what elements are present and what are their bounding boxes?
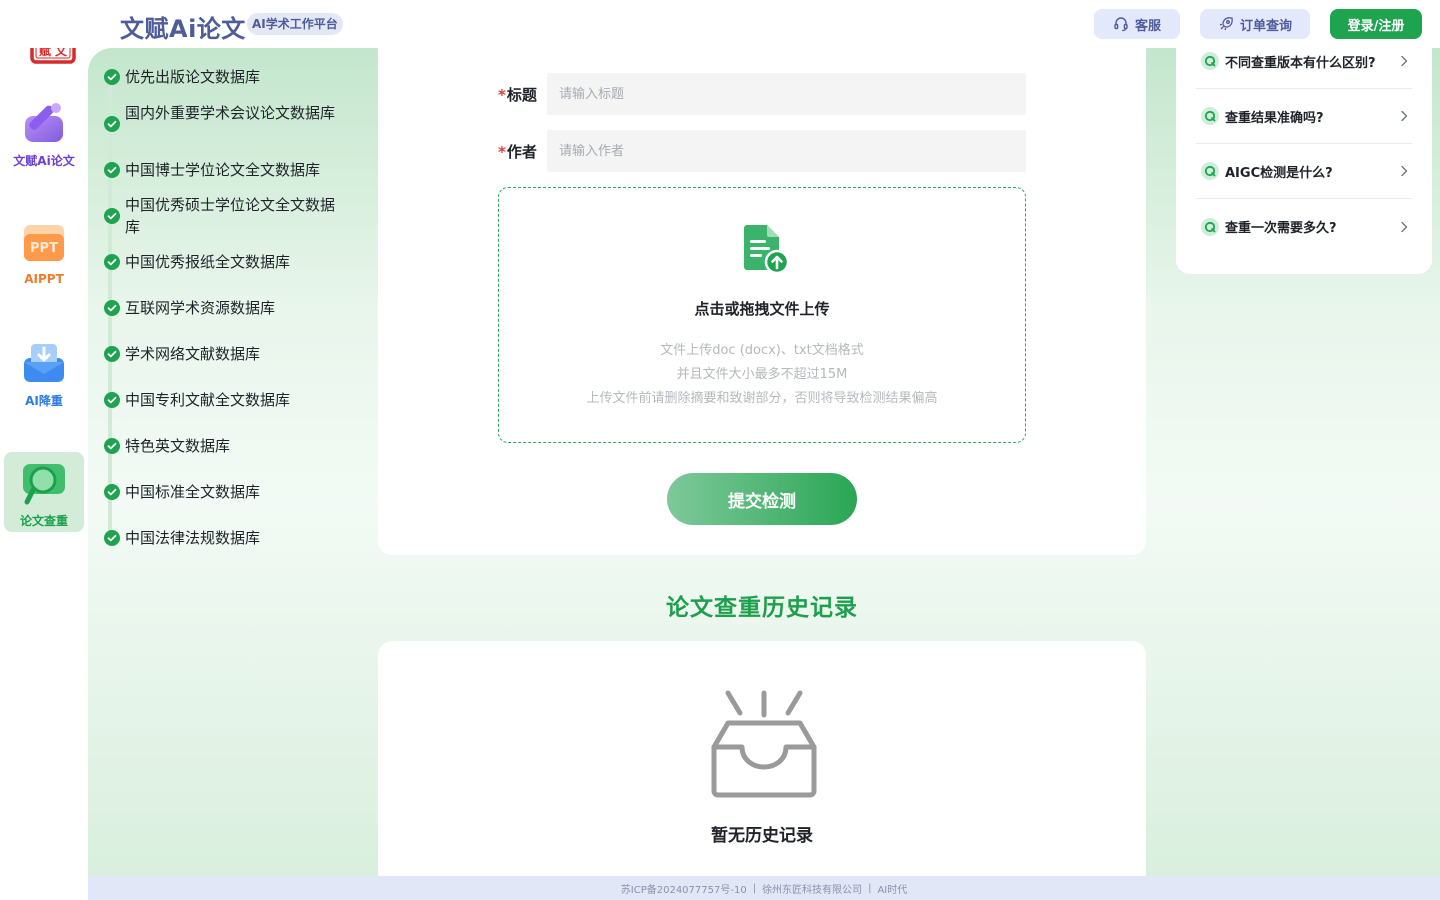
nav-label-ai-paper: 文赋Ai论文 (13, 154, 75, 168)
history-empty-text: 暂无历史记录 (711, 826, 813, 846)
chevron-right-icon (1401, 221, 1408, 232)
rocket-icon (1219, 17, 1233, 31)
pen-icon (25, 103, 63, 142)
database-item-label: 学术网络文献数据库 (125, 345, 261, 363)
check-circle-icon (104, 484, 120, 500)
database-item: 中国优秀报纸全文数据库 (104, 251, 344, 273)
required-mark: * (498, 86, 506, 104)
faq-question: 查重结果准确吗? (1225, 110, 1324, 126)
order-query-label: 订单查询 (1239, 18, 1292, 34)
brand-tag: AI学术工作平台 (247, 13, 343, 35)
title-field-label: *标题 (498, 86, 537, 104)
nav-item-aippt[interactable]: PPT AIPPT (4, 212, 84, 292)
footer-separator: | (752, 882, 757, 894)
database-item-label: 中国标准全文数据库 (125, 483, 261, 501)
brand-title[interactable]: 文赋Ai论文 (120, 9, 246, 44)
database-item: 中国博士学位论文全文数据库 (104, 159, 344, 181)
database-item: 中国专利文献全文数据库 (104, 389, 344, 411)
check-circle-icon (104, 438, 120, 454)
database-item-label: 中国专利文献全文数据库 (125, 391, 291, 409)
order-query-button[interactable]: 订单查询 (1200, 9, 1310, 39)
nav-item-plagiarism-check[interactable]: 论文查重 (4, 452, 84, 532)
database-item-label: 互联网学术资源数据库 (125, 299, 276, 317)
chevron-right-icon (1401, 55, 1408, 67)
history-section-title: 论文查重历史记录 (666, 595, 858, 621)
chevron-right-icon (1401, 165, 1408, 177)
question-q-icon (1201, 52, 1219, 70)
top-header: 文赋Ai论文 AI学术工作平台 客服 订单查询 登录/注册 (0, 0, 1440, 48)
check-circle-icon (104, 208, 120, 224)
faq-item[interactable]: 查重结果准确吗? (1196, 89, 1412, 144)
nav-item-ai-paper[interactable]: 文赋Ai论文 (4, 92, 84, 172)
database-item-label: 特色英文数据库 (125, 437, 231, 455)
upload-title: 点击或拖拽文件上传 (694, 300, 830, 318)
check-circle-icon (104, 162, 120, 178)
database-item: 中国法律法规数据库 (104, 527, 344, 549)
ppt-icon: PPT (24, 225, 64, 261)
chevron-right-icon (1401, 110, 1408, 122)
nav-label-aippt: AIPPT (24, 272, 64, 286)
file-upload-icon (744, 225, 790, 274)
faq-question: 查重一次需要多久? (1225, 221, 1337, 236)
nav-label-plagiarism-check: 论文查重 (19, 514, 68, 528)
question-q-icon (1201, 217, 1219, 236)
faq-item[interactable]: 查重一次需要多久? (1196, 199, 1412, 254)
customer-service-label: 客服 (1134, 18, 1161, 34)
faq-question: AIGC检测是什么? (1225, 165, 1333, 181)
download-box-icon (24, 344, 64, 382)
database-item-label: 中国博士学位论文全文数据库 (125, 161, 321, 179)
nav-label-ai-reduce: AI降重 (25, 394, 63, 408)
check-circle-icon (104, 346, 120, 362)
question-q-icon (1201, 107, 1219, 125)
upload-warning-note: 上传文件前请删除摘要和致谢部分，否则将导致检测结果偏高 (586, 391, 938, 406)
svg-text:PPT: PPT (30, 241, 58, 256)
author-field-label: *作者 (498, 143, 537, 161)
database-item-label: 中国法律法规数据库 (125, 529, 261, 547)
database-item-label: 中国优秀硕士学位论文全文数据库 (125, 196, 336, 236)
footer-brand: AI时代 (877, 884, 908, 896)
check-circle-icon (104, 69, 120, 85)
check-circle-icon (104, 530, 120, 546)
database-item-label: 中国优秀报纸全文数据库 (125, 253, 291, 271)
page-footer: 苏ICP备2024077757号-10 | 徐州东匠科技有限公司 | AI时代 (88, 876, 1440, 900)
nav-item-ai-reduce[interactable]: AI降重 (4, 332, 84, 412)
database-item: 优先出版论文数据库 (104, 66, 344, 88)
submit-check-button[interactable]: 提交检测 (667, 473, 857, 525)
empty-inbox-icon (711, 690, 817, 798)
database-item: 学术网络文献数据库 (104, 343, 344, 365)
database-item: 中国优秀硕士学位论文全文数据库 (104, 194, 344, 238)
magnifier-icon (23, 464, 65, 505)
file-upload-dropzone[interactable]: 点击或拖拽文件上传 文件上传doc (docx)、txt文档格式 并且文件大小最… (498, 187, 1026, 443)
check-circle-icon (104, 116, 120, 132)
upload-size-note: 并且文件大小最多不超过15M (676, 367, 848, 382)
database-item: 国内外重要学术会议论文数据库 (104, 102, 344, 132)
headset-icon (1114, 17, 1128, 32)
check-circle-icon (104, 254, 120, 270)
question-q-icon (1201, 162, 1219, 180)
company-name: 徐州东匠科技有限公司 (762, 884, 863, 896)
author-input[interactable] (547, 130, 1026, 172)
database-item: 中国标准全文数据库 (104, 481, 344, 503)
database-item: 互联网学术资源数据库 (104, 297, 344, 319)
footer-separator: | (868, 882, 872, 894)
faq-question: 不同查重版本有什么区别? (1225, 55, 1376, 71)
required-mark: * (498, 143, 506, 161)
database-item-label: 国内外重要学术会议论文数据库 (125, 104, 336, 122)
check-circle-icon (104, 392, 120, 408)
database-item-label: 优先出版论文数据库 (125, 68, 261, 86)
check-circle-icon (104, 300, 120, 316)
login-register-button[interactable]: 登录/注册 (1330, 9, 1422, 39)
database-item: 特色英文数据库 (104, 435, 344, 457)
title-input[interactable] (547, 73, 1026, 115)
customer-service-button[interactable]: 客服 (1094, 9, 1180, 39)
faq-item[interactable]: AIGC检测是什么? (1196, 144, 1412, 199)
icp-link[interactable]: 苏ICP备2024077757号-10 (621, 881, 747, 896)
upload-format-note: 文件上传doc (docx)、txt文档格式 (660, 343, 864, 358)
